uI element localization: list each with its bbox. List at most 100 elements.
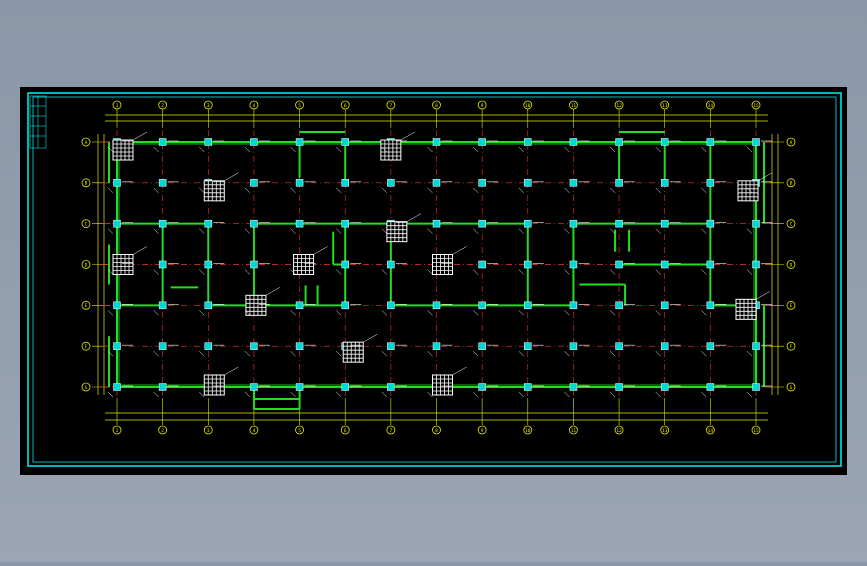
column-13D — [660, 260, 669, 269]
column-5B — [295, 179, 304, 187]
column-5C — [295, 219, 304, 228]
column-8B — [432, 179, 441, 187]
column-8E — [432, 301, 441, 310]
axis-bubble-bottom-1-label: 1 — [116, 428, 119, 434]
axis-bubble-bottom-14-label: 14 — [708, 428, 714, 434]
column-9G — [478, 383, 486, 391]
column-1G — [113, 383, 121, 391]
foundation-pad-10 — [735, 298, 757, 320]
axis-bubble-right-G-label: G — [790, 385, 793, 391]
column-5F — [295, 342, 304, 350]
foundation-pad-13 — [432, 374, 453, 396]
axis-bubble-top-9-label: 9 — [481, 103, 484, 109]
column-2C — [158, 219, 167, 228]
column-14F — [706, 342, 715, 350]
axis-bubble-bottom-10-label: 10 — [525, 428, 531, 434]
axis-bubble-top-4-label: 4 — [253, 103, 256, 109]
column-8F — [432, 342, 441, 350]
column-2B — [158, 179, 167, 187]
column-5G — [295, 383, 304, 391]
axis-bubble-left-F-label: F — [85, 344, 88, 350]
column-11B — [569, 179, 578, 187]
column-9F — [478, 342, 486, 350]
axis-bubble-right-C-label: C — [790, 221, 793, 227]
column-11E — [569, 301, 578, 310]
axis-bubble-top-15-label: 15 — [753, 103, 759, 109]
column-10B — [524, 179, 532, 187]
column-3F — [204, 342, 213, 350]
axis-bubble-bottom-12-label: 12 — [616, 428, 622, 434]
column-14C — [706, 219, 715, 228]
column-2E — [158, 301, 167, 310]
axis-bubble-top-10-label: 10 — [525, 103, 531, 109]
column-12F — [615, 342, 623, 350]
column-13F — [660, 342, 669, 350]
column-13A — [660, 138, 669, 146]
column-11C — [569, 219, 578, 228]
column-15G — [752, 383, 760, 391]
column-6B — [341, 179, 349, 187]
column-4C — [250, 219, 258, 228]
column-9E — [478, 301, 486, 310]
foundation-pad-2 — [203, 180, 225, 202]
axis-bubble-bottom-11-label: 11 — [571, 428, 577, 434]
axis-bubble-top-1-label: 1 — [116, 103, 119, 109]
column-11A — [569, 138, 578, 146]
column-2G — [158, 383, 167, 391]
column-4F — [250, 342, 258, 350]
axis-bubble-top-3-label: 3 — [207, 103, 210, 109]
axis-bubble-left-B-label: B — [85, 181, 88, 187]
axis-bubble-left-A-label: A — [85, 140, 88, 146]
column-6E — [341, 301, 349, 310]
axis-bubble-bottom-13-label: 13 — [662, 428, 668, 434]
axis-bubble-top-2-label: 2 — [161, 103, 164, 109]
column-5E — [295, 301, 304, 310]
column-15A — [752, 138, 760, 146]
column-8C — [432, 219, 441, 228]
column-12G — [615, 383, 623, 391]
column-4B — [250, 179, 258, 187]
axis-bubble-left-C-label: C — [85, 221, 88, 227]
foundation-pad-1 — [112, 139, 134, 161]
column-1E — [113, 301, 121, 310]
axis-bubble-bottom-2-label: 2 — [161, 428, 164, 434]
axis-bubble-left-G-label: G — [85, 385, 88, 391]
column-13G — [660, 383, 669, 391]
column-7E — [387, 301, 395, 310]
column-6D — [341, 260, 349, 269]
foundation-pad-8 — [432, 254, 453, 275]
column-12E — [615, 301, 623, 310]
column-9A — [478, 138, 486, 146]
column-2D — [158, 260, 167, 269]
column-4A — [250, 138, 258, 146]
column-12D — [615, 260, 623, 269]
axis-bubble-top-14-label: 14 — [708, 103, 714, 109]
column-13C — [660, 219, 669, 228]
column-15C — [752, 219, 760, 228]
axis-bubble-bottom-4-label: 4 — [253, 428, 256, 434]
column-2F — [158, 342, 167, 350]
column-11F — [569, 342, 578, 350]
column-3E — [204, 301, 213, 310]
column-15F — [752, 342, 760, 350]
foundation-pad-7 — [293, 254, 315, 275]
column-3D — [204, 260, 213, 269]
column-10A — [524, 138, 532, 146]
drawing-canvas: 1122334455667788991010111112121313141415… — [20, 87, 847, 475]
column-4G — [250, 383, 258, 391]
column-11G — [569, 383, 578, 391]
column-10F — [524, 342, 532, 350]
column-6A — [341, 138, 349, 146]
axis-bubble-left-E-label: E — [85, 303, 88, 309]
column-12A — [615, 138, 623, 146]
column-2A — [158, 138, 167, 146]
column-4D — [250, 260, 258, 269]
column-9D — [478, 260, 486, 269]
column-13E — [660, 301, 669, 310]
foundation-pad-12 — [203, 374, 225, 396]
column-7B — [387, 179, 395, 187]
cad-viewport[interactable]: 1 1 2 2 3 3 4 4 5 5 6 6 7 7 8 8 9 9 10 10 11 11 12 12 13 13 14 14 15… — [0, 0, 867, 562]
axis-bubble-left-D-label: D — [85, 262, 88, 268]
column-7F — [387, 342, 395, 350]
axis-bubble-bottom-9-label: 9 — [481, 428, 484, 434]
